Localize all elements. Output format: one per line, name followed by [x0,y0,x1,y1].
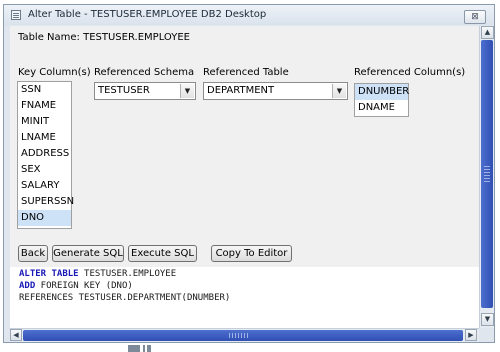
dropdown-arrow-icon[interactable]: ▼ [180,84,194,98]
referenced-table-dropdown[interactable]: DEPARTMENT ▼ [203,82,348,100]
dropdown-arrow-icon[interactable]: ▼ [332,84,346,98]
list-item[interactable]: SALARY [18,178,71,194]
scrollbar-corner [479,328,494,342]
horizontal-scrollbar[interactable]: ◀ ▶ [10,328,479,342]
sql-text: FOREIGN KEY (DNO) [35,281,133,291]
alter-table-window: Alter Table - TESTUSER.EMPLOYEE DB2 Desk… [3,4,495,343]
vertical-scroll-thumb[interactable] [481,40,493,308]
list-item[interactable]: DNUMBER [355,84,409,100]
scroll-right-arrow-icon[interactable]: ▶ [465,329,477,341]
sql-keyword: ADD [19,281,36,291]
referenced-table-value: DEPARTMENT [207,85,275,96]
sql-output[interactable]: ALTER TABLE TESTUSER.EMPLOYEE ADD FOREIG… [10,267,479,328]
sql-line-3: REFERENCES TESTUSER.DEPARTMENT(DNUMBER) [19,293,231,303]
referenced-schema-value: TESTUSER [98,85,150,96]
grip-icon [229,333,249,338]
referenced-columns-label: Referenced Column(s) [354,67,466,78]
vertical-scrollbar[interactable]: ▲ ▼ [479,26,494,328]
list-item[interactable]: LNAME [18,130,71,146]
referenced-table-label: Referenced Table [203,67,289,78]
title-bar[interactable]: Alter Table - TESTUSER.EMPLOYEE DB2 Desk… [4,5,494,25]
sql-line-1: ALTER TABLE TESTUSER.EMPLOYEE [19,269,176,280]
list-item[interactable]: SEX [18,162,71,178]
scroll-left-arrow-icon[interactable]: ◀ [10,329,22,341]
list-item[interactable]: SSN [18,82,71,98]
sql-line-2: ADD FOREIGN KEY (DNO) [19,281,133,292]
list-item[interactable]: FNAME [18,98,71,114]
scroll-up-arrow-icon[interactable]: ▲ [481,26,494,39]
list-item[interactable]: SUPERSSN [18,194,74,210]
list-item[interactable]: DNAME [355,100,408,116]
sql-keyword: ALTER TABLE [19,269,79,279]
window-title: Alter Table - TESTUSER.EMPLOYEE DB2 Desk… [28,9,267,20]
list-item[interactable]: ADDRESS [18,146,71,162]
close-icon[interactable]: ⊠ [464,10,486,24]
grip-icon [484,166,490,182]
key-columns-list[interactable]: SSN FNAME MINIT LNAME ADDRESS SEX SALARY SUPERS… [17,81,74,229]
generate-sql-button[interactable]: Generate SQL [52,245,124,262]
back-button[interactable]: Back [18,245,48,262]
referenced-schema-label: Referenced Schema [94,67,195,78]
scroll-down-arrow-icon[interactable]: ▼ [481,313,494,326]
dialog-content: Table Name: TESTUSER.EMPLOYEE Key Column… [10,26,479,328]
table-name-label: Table Name: TESTUSER.EMPLOYEE [18,32,190,43]
list-item[interactable]: DNO [18,210,71,226]
copy-to-editor-button[interactable]: Copy To Editor [211,245,292,262]
referenced-schema-dropdown[interactable]: TESTUSER ▼ [94,82,196,100]
referenced-columns-list[interactable]: DNUMBER DNAME [354,83,409,117]
list-item[interactable]: MINIT [18,114,71,130]
sql-text: TESTUSER.EMPLOYEE [78,269,177,279]
window-menu-icon[interactable] [11,10,21,20]
taskbar-fragment [128,345,154,352]
horizontal-scroll-thumb[interactable] [23,330,463,341]
execute-sql-button[interactable]: Execute SQL [128,245,197,262]
key-columns-label: Key Column(s) [18,67,91,78]
